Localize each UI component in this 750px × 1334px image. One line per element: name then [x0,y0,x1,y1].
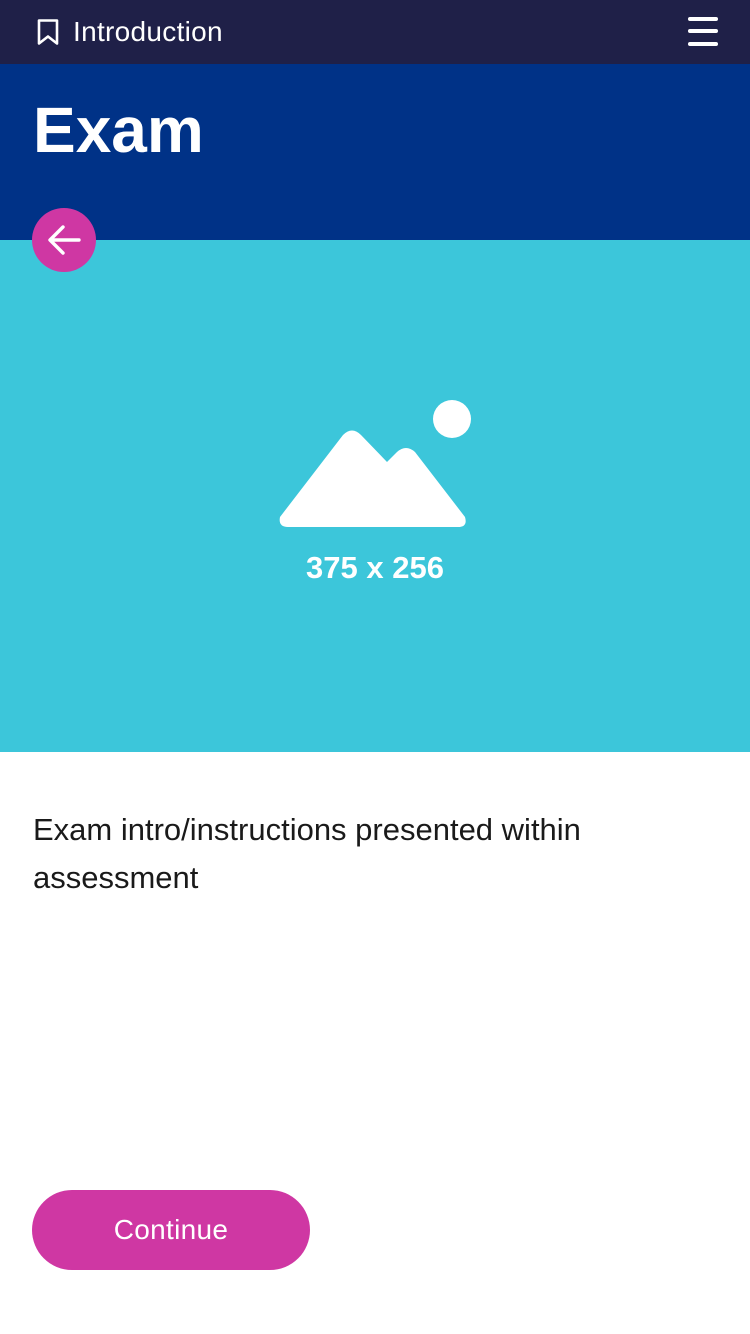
arrow-left-icon [48,225,81,255]
continue-button[interactable]: Continue [32,1190,310,1270]
top-app-bar: Introduction [0,0,750,64]
hero-image-placeholder: 375 x 256 [0,240,750,752]
page-header: Exam [0,64,750,240]
page-title: Exam [33,94,204,166]
bookmark-icon[interactable] [36,18,60,46]
hamburger-menu-icon[interactable] [688,16,718,48]
section-title: Introduction [73,16,223,47]
menu-bar [688,17,718,21]
exam-intro-text: Exam intro/instructions presented within… [33,812,581,895]
menu-bar [688,29,718,33]
menu-bar [688,42,718,46]
image-placeholder-icon [279,400,471,527]
image-dimensions-label: 375 x 256 [306,550,444,585]
back-button[interactable] [32,208,96,272]
